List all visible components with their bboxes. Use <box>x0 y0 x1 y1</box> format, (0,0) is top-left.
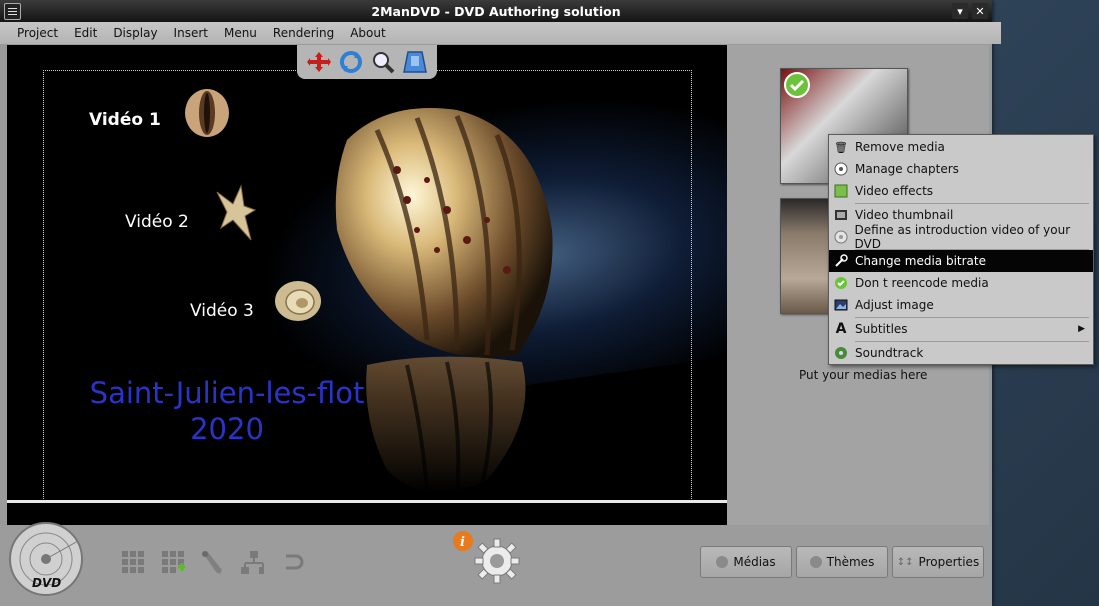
undo-icon[interactable] <box>282 550 306 574</box>
video-1-label[interactable]: Vidéo 1 <box>89 110 161 130</box>
settings-gear-icon[interactable] <box>473 537 521 585</box>
media-context-menu: 🗑 Remove media Manage chapters Video eff… <box>828 134 1094 365</box>
menu-item-manage-chapters[interactable]: Manage chapters <box>829 158 1093 180</box>
dvd-logo: DVD <box>9 522 83 596</box>
close-icon[interactable]: ✕ <box>972 3 988 19</box>
menu-item-soundtrack[interactable]: Soundtrack <box>829 342 1093 364</box>
info-icon[interactable]: i <box>452 530 474 552</box>
menu-item-label: Remove media <box>855 140 945 154</box>
zoom-icon[interactable] <box>370 49 396 75</box>
menu-preview-canvas[interactable]: Vidéo 1 Vidéo 2 Vidéo 3 Saint-Julien-les… <box>7 45 727 525</box>
menu-item-label: Manage chapters <box>855 162 959 176</box>
grid-layout-icon[interactable] <box>121 550 145 574</box>
tab-themes[interactable]: Thèmes <box>796 546 888 578</box>
subtitle-icon: A <box>835 321 847 337</box>
menu-project[interactable]: Project <box>9 26 66 40</box>
grid-add-icon[interactable] <box>161 550 185 574</box>
refresh-icon[interactable] <box>338 49 364 75</box>
image-icon <box>833 297 849 313</box>
menu-title-line1: Saint-Julien-les-flot <box>89 376 365 410</box>
medias-icon <box>716 556 729 568</box>
trash-icon: 🗑 <box>834 140 848 154</box>
wrench-icon <box>833 253 849 269</box>
shell-button-1[interactable] <box>183 87 231 139</box>
menu-title-line2: 2020 <box>190 412 264 446</box>
sound-icon <box>833 345 849 361</box>
menu-display[interactable]: Display <box>105 26 165 40</box>
move-icon[interactable] <box>306 49 332 75</box>
preview-toolbox <box>297 45 437 79</box>
menu-item-label: Video thumbnail <box>855 208 954 222</box>
check-icon <box>833 275 849 291</box>
media-drop-hint: Put your medias here <box>799 368 928 382</box>
menu-item-remove-media[interactable]: 🗑 Remove media <box>829 136 1093 158</box>
menu-bar: Project Edit Display Insert Menu Renderi… <box>0 22 1001 44</box>
tab-medias[interactable]: Médias <box>700 546 792 578</box>
minimize-icon[interactable]: ▾ <box>952 3 968 19</box>
menu-item-change-bitrate[interactable]: Change media bitrate <box>829 250 1093 272</box>
themes-icon <box>809 556 822 568</box>
menu-insert[interactable]: Insert <box>166 26 216 40</box>
video-3-label[interactable]: Vidéo 3 <box>190 301 254 321</box>
tab-properties[interactable]: ↕↕ Properties <box>892 546 984 578</box>
menu-edit[interactable]: Edit <box>66 26 105 40</box>
window-title: 2ManDVD - DVD Authoring solution <box>371 3 621 19</box>
menu-item-label: Soundtrack <box>855 346 924 360</box>
tab-medias-label: Médias <box>733 555 776 569</box>
chapters-icon <box>833 161 849 177</box>
dvd-logo-text: DVD <box>32 576 61 590</box>
preview-bottom-line <box>7 500 727 503</box>
effects-icon <box>833 183 849 199</box>
video-2-label[interactable]: Vidéo 2 <box>125 212 189 232</box>
properties-icon: ↕↕ <box>896 556 914 568</box>
shell-button-2[interactable] <box>211 184 257 242</box>
disc-icon <box>833 229 849 245</box>
select-icon[interactable] <box>402 49 428 75</box>
submenu-arrow-icon: ▶ <box>1078 324 1085 334</box>
selected-check-icon <box>784 72 810 98</box>
tool-icon[interactable] <box>200 550 224 574</box>
menu-about[interactable]: About <box>342 26 393 40</box>
menu-item-label: Define as introduction video of your DVD <box>854 223 1071 251</box>
menu-item-dont-reencode[interactable]: Don t reencode media <box>829 272 1093 294</box>
menu-menu[interactable]: Menu <box>216 26 265 40</box>
menu-item-adjust-image[interactable]: Adjust image <box>829 294 1093 316</box>
shell-button-3[interactable] <box>273 279 323 323</box>
menu-item-subtitles[interactable]: A Subtitles ▶ <box>829 318 1093 340</box>
svg-text:i: i <box>460 535 465 550</box>
menu-item-video-effects[interactable]: Video effects <box>829 180 1093 202</box>
menu-item-label: Change media bitrate <box>855 254 986 268</box>
thumbnail-icon <box>833 207 849 223</box>
menu-item-label: Don t reencode media <box>855 276 989 290</box>
tab-properties-label: Properties <box>918 555 980 569</box>
menu-item-label: Adjust image <box>855 298 934 312</box>
tab-themes-label: Thèmes <box>826 555 875 569</box>
title-bar: 2ManDVD - DVD Authoring solution ▾ ✕ <box>0 0 992 22</box>
window-menu-icon[interactable] <box>4 3 21 20</box>
hierarchy-icon[interactable] <box>240 550 264 574</box>
menu-item-label: Video effects <box>855 184 934 198</box>
menu-item-define-intro[interactable]: Define as introduction video of your DVD <box>829 223 1093 251</box>
menu-rendering[interactable]: Rendering <box>265 26 342 40</box>
menu-item-label: Subtitles <box>855 322 908 336</box>
menu-title[interactable]: Saint-Julien-les-flot 2020 <box>77 375 377 447</box>
